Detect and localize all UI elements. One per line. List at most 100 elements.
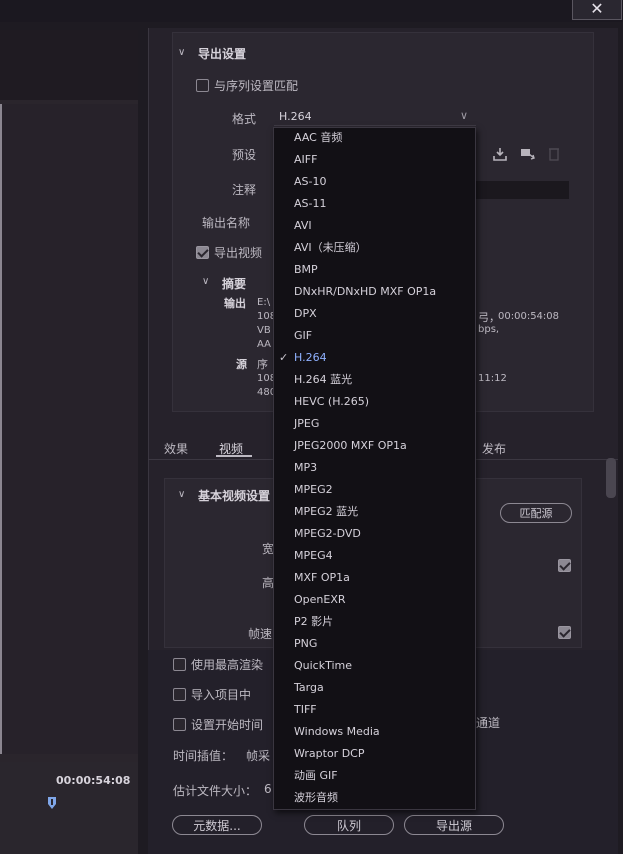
format-option-label: MP3 — [294, 461, 318, 474]
close-button[interactable]: ✕ — [572, 0, 622, 20]
format-option[interactable]: MXF OP1a — [274, 568, 475, 590]
chevron-down-icon[interactable]: ∨ — [178, 489, 185, 500]
format-label: 格式 — [232, 112, 257, 126]
match-sequence-checkbox[interactable] — [196, 79, 209, 92]
format-option[interactable]: AVI（未压缩） — [274, 238, 475, 260]
playhead-icon[interactable] — [47, 796, 57, 810]
format-option[interactable]: Targa — [274, 678, 475, 700]
format-option[interactable]: OpenEXR — [274, 590, 475, 612]
format-option-label: TIFF — [294, 703, 317, 716]
format-option[interactable]: MP3 — [274, 458, 475, 480]
format-option-label: MXF OP1a — [294, 571, 350, 584]
summary-output-timecode: 00:00:54:08 — [498, 311, 560, 322]
format-option-label: DPX — [294, 307, 317, 320]
time-interpolation-value[interactable]: 帧采 — [246, 747, 270, 764]
active-tab-indicator — [216, 455, 252, 457]
format-option-label: Wraptor DCP — [294, 747, 365, 760]
summary-output-label: 输出 — [224, 297, 246, 310]
delete-preset-icon[interactable] — [546, 146, 562, 162]
chevron-down-icon[interactable]: ∨ — [178, 47, 185, 58]
title-bar — [0, 0, 623, 22]
format-option[interactable]: AAC 音频 — [274, 128, 475, 150]
estimated-file-size-label: 估计文件大小： — [173, 784, 258, 798]
summary-source-label: 源 — [236, 358, 247, 371]
format-option-label: 动画 GIF — [294, 769, 338, 782]
format-option-label: JPEG2000 MXF OP1a — [294, 439, 407, 452]
preview-frame-edge — [0, 104, 2, 754]
format-option-label: Targa — [294, 681, 324, 694]
format-option-label: H.264 — [294, 351, 327, 364]
end-timecode: 00:00:54:08 — [56, 774, 131, 787]
export-button[interactable]: 导出源 — [404, 815, 504, 835]
panel-scrollbar[interactable] — [606, 458, 616, 498]
format-option[interactable]: Windows Media — [274, 722, 475, 744]
format-option[interactable]: TIFF — [274, 700, 475, 722]
format-option-label: H.264 蓝光 — [294, 373, 353, 386]
format-value: H.264 — [279, 110, 312, 123]
format-option-label: MPEG4 — [294, 549, 333, 562]
format-option-label: AS-10 — [294, 175, 327, 188]
comment-input[interactable] — [476, 181, 569, 199]
basic-video-settings-title: 基本视频设置 — [198, 489, 271, 503]
export-settings-title: 导出设置 — [198, 47, 247, 61]
format-option-label: OpenEXR — [294, 593, 346, 606]
estimated-file-size-value: 6 — [264, 782, 272, 796]
width-checkbox[interactable] — [558, 559, 571, 572]
format-option[interactable]: 波形音频 — [274, 788, 475, 810]
format-option-label: PNG — [294, 637, 318, 650]
format-option[interactable]: MPEG2 蓝光 — [274, 502, 475, 524]
chevron-down-icon[interactable]: ∨ — [460, 109, 468, 122]
format-option[interactable]: H.264 蓝光 — [274, 370, 475, 392]
format-option[interactable]: JPEG2000 MXF OP1a — [274, 436, 475, 458]
format-option[interactable]: DNxHR/DNxHD MXF OP1a — [274, 282, 475, 304]
frame-rate-checkbox[interactable] — [558, 626, 571, 639]
set-start-timecode-checkbox[interactable] — [173, 718, 186, 731]
save-preset-icon[interactable] — [492, 146, 508, 162]
match-source-button[interactable]: 匹配源 — [500, 503, 572, 523]
format-option[interactable]: JPEG — [274, 414, 475, 436]
format-option-label: AIFF — [294, 153, 318, 166]
format-option-label: AVI — [294, 219, 312, 232]
chevron-down-icon[interactable]: ∨ — [202, 276, 209, 287]
format-option[interactable]: QuickTime — [274, 656, 475, 678]
tab-effects[interactable]: 效果 — [164, 440, 188, 457]
format-option[interactable]: MPEG4 — [274, 546, 475, 568]
format-option-label: AS-11 — [294, 197, 327, 210]
export-video-label: 导出视频 — [214, 246, 263, 260]
format-option[interactable]: Wraptor DCP — [274, 744, 475, 766]
format-option-label: DNxHR/DNxHD MXF OP1a — [294, 285, 437, 298]
format-option[interactable]: BMP — [274, 260, 475, 282]
format-option[interactable]: MPEG2-DVD — [274, 524, 475, 546]
format-option[interactable]: ✓ H.264 — [274, 348, 475, 370]
queue-button[interactable]: 队列 — [304, 815, 394, 835]
format-option[interactable]: DPX — [274, 304, 475, 326]
time-interpolation-label: 时间插值： — [173, 749, 234, 763]
frame-rate-label: 帧速 — [248, 627, 273, 641]
import-into-project-checkbox[interactable] — [173, 688, 186, 701]
max-render-quality-checkbox[interactable] — [173, 658, 186, 671]
import-preset-icon[interactable] — [519, 146, 535, 162]
format-option[interactable]: AS-10 — [274, 172, 475, 194]
format-option[interactable]: P2 影片 — [274, 612, 475, 634]
format-option[interactable]: AVI — [274, 216, 475, 238]
export-video-checkbox[interactable] — [196, 246, 209, 259]
summary-source-line: 序 — [257, 358, 268, 371]
format-option[interactable]: AIFF — [274, 150, 475, 172]
summary-source-fragment: 11:12 — [478, 373, 507, 384]
format-option[interactable]: 动画 GIF — [274, 766, 475, 788]
import-into-project-label: 导入项目中 — [191, 688, 252, 702]
format-option-label: AVI（未压缩） — [294, 241, 367, 254]
format-option-label: Windows Media — [294, 725, 380, 738]
format-option[interactable]: GIF — [274, 326, 475, 348]
max-render-quality-label: 使用最高渲染 — [191, 658, 264, 672]
preview-header — [0, 30, 138, 100]
output-name-label: 输出名称 — [202, 216, 251, 230]
format-option[interactable]: PNG — [274, 634, 475, 656]
format-option[interactable]: AS-11 — [274, 194, 475, 216]
tab-publish[interactable]: 发布 — [482, 440, 506, 457]
format-option[interactable]: HEVC (H.265) — [274, 392, 475, 414]
format-option[interactable]: MPEG2 — [274, 480, 475, 502]
format-option-label: P2 影片 — [294, 615, 334, 628]
format-option-label: HEVC (H.265) — [294, 395, 370, 408]
metadata-button[interactable]: 元数据... — [172, 815, 262, 835]
